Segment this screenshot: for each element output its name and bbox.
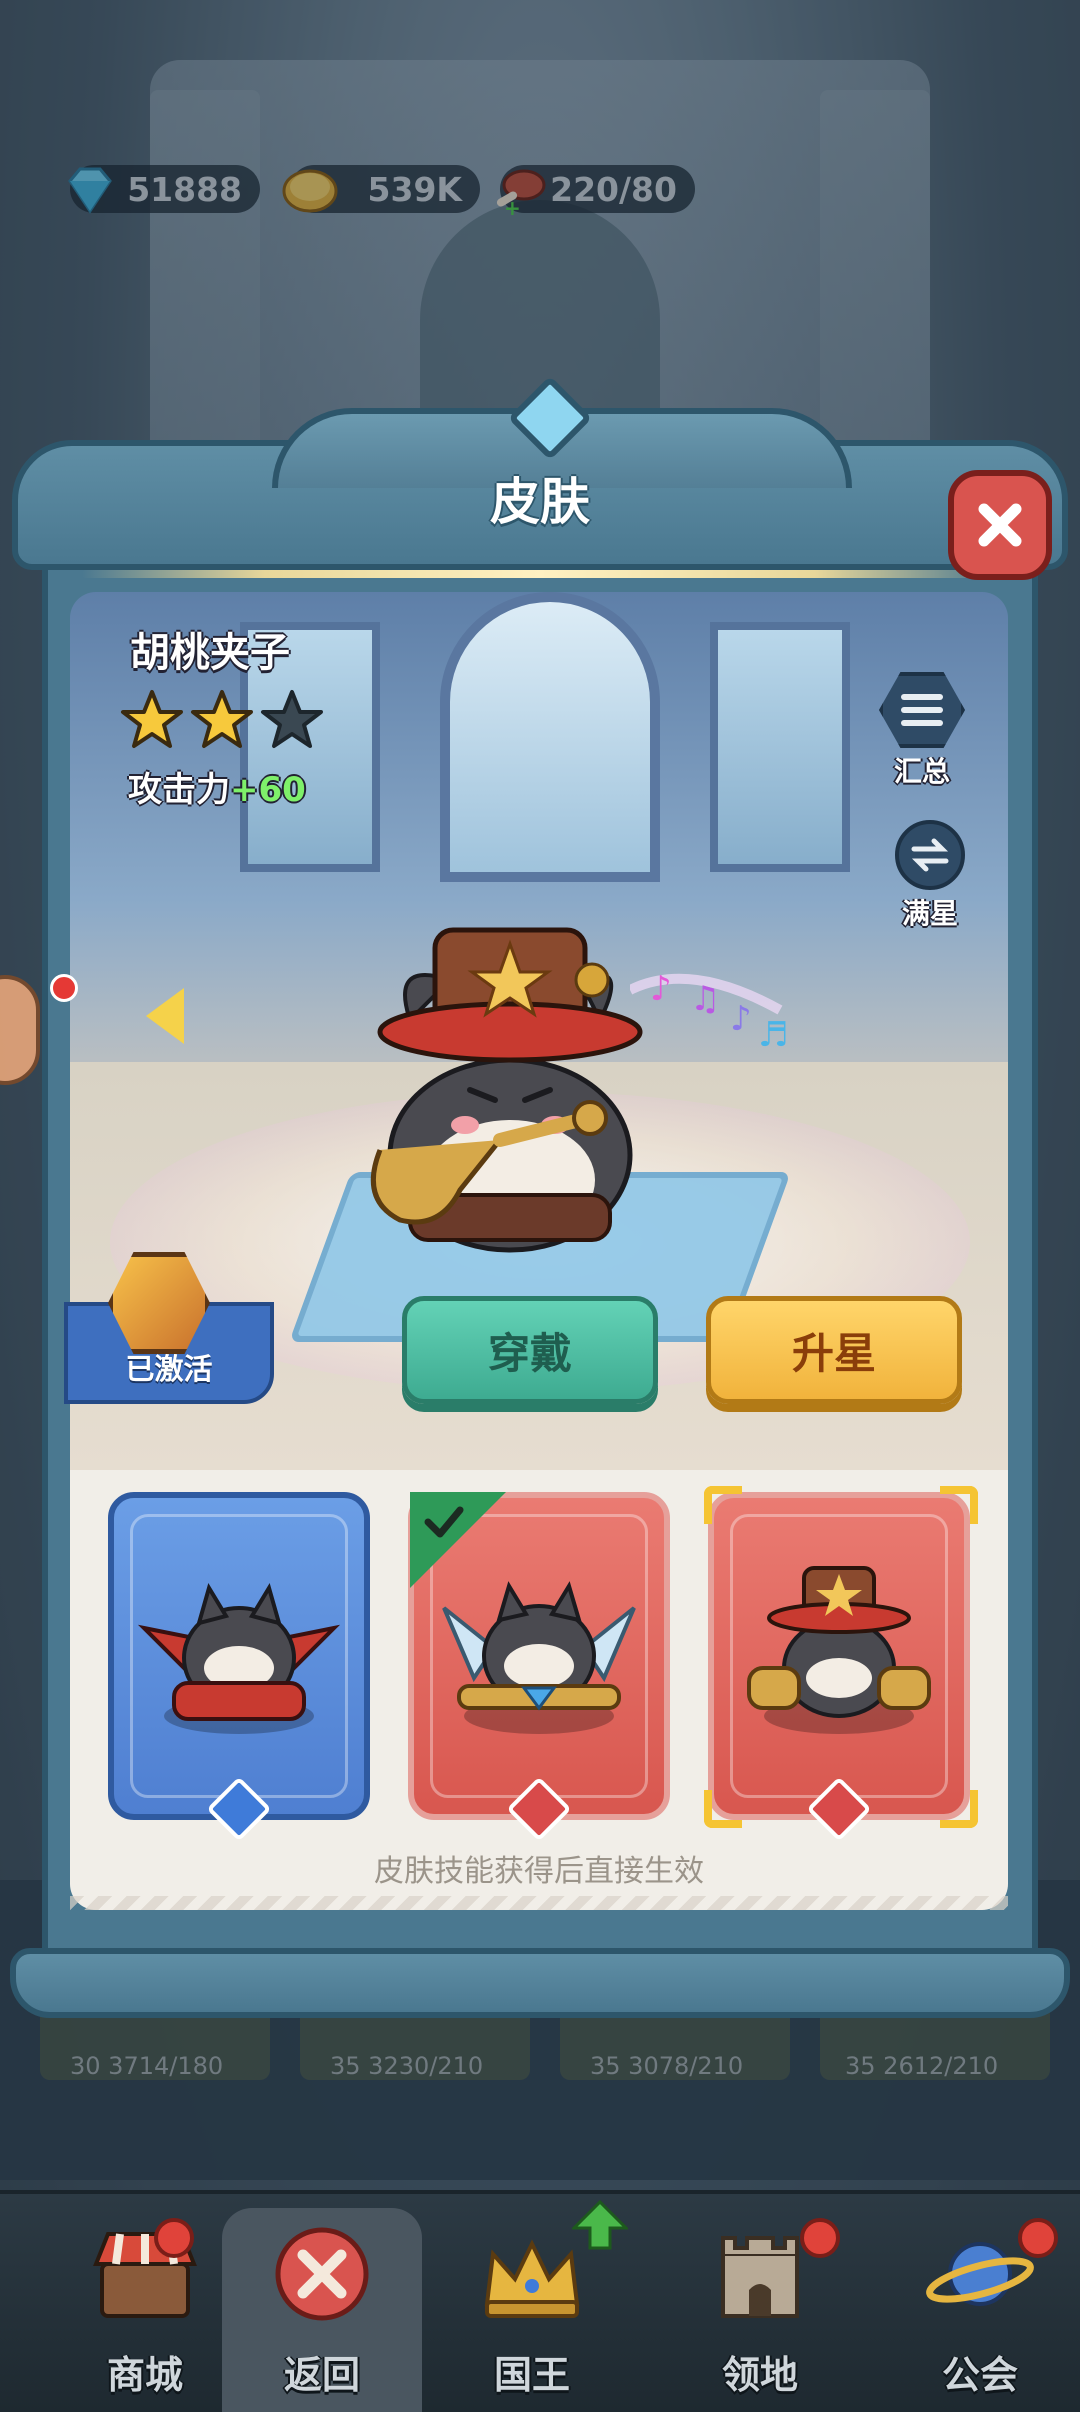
star-filled-icon <box>191 690 253 748</box>
summary-button[interactable]: 汇总 <box>874 672 970 790</box>
music-notes-icon: ♪ ♫ ♪ ♬ <box>630 969 788 1055</box>
crown-icon <box>484 2239 580 2318</box>
upgrade-star-button[interactable]: 升星 <box>706 1296 962 1404</box>
modal-title: 皮肤 <box>490 473 590 531</box>
attack-bonus: +60 <box>230 770 306 810</box>
svg-text:♪: ♪ <box>730 999 752 1039</box>
territory-notification-dot <box>800 2218 840 2258</box>
skin-skill-note: 皮肤技能获得后直接生效 <box>374 1854 704 1889</box>
attack-label: 攻击力 <box>128 770 230 810</box>
nav-territory-label: 领地 <box>721 2353 798 2397</box>
scene-arched-window <box>440 592 660 882</box>
star-filled-icon <box>121 690 183 748</box>
side-hero-avatar[interactable] <box>0 975 40 1085</box>
previous-skin-arrow-icon[interactable] <box>146 988 184 1044</box>
selection-corner <box>940 1790 978 1828</box>
skin-name: 胡桃夹子 <box>130 630 290 676</box>
svg-text:♫: ♫ <box>690 979 720 1019</box>
selection-corner <box>704 1790 742 1828</box>
upgrade-arrow-icon <box>572 2200 628 2250</box>
winged-cat-skin-icon <box>442 1581 636 1711</box>
nav-back[interactable]: 返回 <box>222 2208 422 2412</box>
list-icon <box>879 672 965 748</box>
svg-text:♬: ♬ <box>758 1015 788 1055</box>
gold-divider <box>82 570 998 578</box>
modal-footer <box>10 1948 1070 2018</box>
skin-star-rating <box>120 688 324 752</box>
swap-arrows-icon <box>895 820 965 890</box>
selection-corner <box>940 1486 978 1524</box>
close-button[interactable] <box>948 470 1052 580</box>
summary-label: 汇总 <box>893 755 950 788</box>
skin-card-mecha[interactable] <box>108 1492 370 1820</box>
nav-king-label: 国王 <box>493 2353 570 2397</box>
skin-card-nutcracker[interactable] <box>708 1492 970 1820</box>
nav-back-label: 返回 <box>283 2353 360 2397</box>
max-star-label: 满星 <box>901 897 958 930</box>
panel-zigzag-edge <box>70 1896 1008 1910</box>
mecha-cat-skin-icon <box>137 1583 341 1721</box>
checkmark-icon <box>424 1506 464 1538</box>
attack-stat: 攻击力+60 <box>128 762 306 811</box>
wear-button[interactable]: 穿戴 <box>402 1296 658 1404</box>
castle-icon <box>721 2236 799 2318</box>
close-icon <box>978 503 1022 547</box>
guild-notification-dot <box>1018 2218 1058 2258</box>
nav-shop[interactable]: 商城 <box>45 2208 245 2412</box>
selection-corner <box>704 1486 742 1524</box>
star-empty-icon <box>261 690 323 748</box>
max-star-button[interactable]: 满星 <box>882 820 978 932</box>
nav-guild-label: 公会 <box>941 2353 1018 2397</box>
notification-dot <box>50 974 78 1002</box>
scene-window <box>710 622 850 872</box>
nutcracker-cat-skin-icon <box>747 1566 931 1718</box>
svg-text:♪: ♪ <box>650 969 672 1009</box>
shop-notification-dot <box>154 2218 194 2258</box>
close-icon <box>275 2227 369 2321</box>
nav-shop-label: 商城 <box>106 2353 183 2397</box>
